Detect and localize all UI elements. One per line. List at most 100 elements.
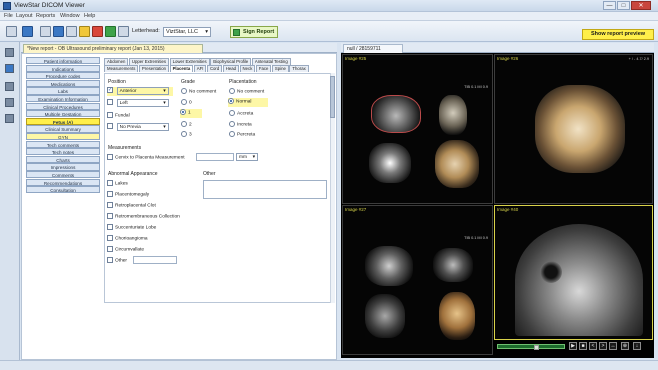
other-abnormal-checkbox[interactable] (107, 257, 113, 263)
menu-reports[interactable]: Reports (36, 13, 55, 19)
placentomegaly-checkbox[interactable] (107, 191, 113, 197)
left-select[interactable]: Left ▾ (116, 99, 169, 107)
tab-placenta[interactable]: Placenta (169, 65, 194, 72)
grade-radio-0[interactable] (181, 99, 187, 105)
fundal-checkbox[interactable] (107, 112, 113, 118)
nav-tech-notes[interactable]: Tech notes (26, 148, 100, 156)
tab-cord[interactable]: Cord (206, 65, 223, 72)
tab-presentation[interactable]: Presentation (138, 65, 170, 72)
letterhead-select[interactable]: ViztStar, LLC ▾ (163, 27, 211, 37)
tab-biophysical-profile[interactable]: Biophysical Profile (210, 58, 252, 65)
chorioangioma-checkbox[interactable] (107, 235, 113, 241)
placentation-radio-percreta[interactable] (229, 131, 235, 137)
tools-icon[interactable] (5, 98, 14, 107)
succenturiate-lobe-checkbox[interactable] (107, 224, 113, 230)
other-textarea[interactable] (203, 180, 327, 199)
close-button[interactable]: ✕ (631, 1, 651, 10)
nav-recommendations[interactable]: Recommendations (26, 178, 100, 186)
tab-neck[interactable]: Neck (239, 65, 256, 72)
minimize-button[interactable]: — (603, 1, 616, 10)
tab-afi[interactable]: AFI (193, 65, 207, 72)
sign-report-button[interactable]: Sign Report (230, 26, 278, 38)
previa-checkbox[interactable] (107, 123, 113, 130)
help-icon[interactable] (118, 26, 129, 37)
tab-abdomen[interactable]: Abdomen (104, 58, 129, 65)
left-checkbox[interactable] (107, 99, 113, 106)
anterior-select[interactable]: Anterior ▾ (116, 87, 169, 95)
viewer-tab[interactable]: null / 28159711 (343, 44, 403, 53)
circumvallate-checkbox[interactable] (107, 246, 113, 252)
nav-labs[interactable]: Labs (26, 87, 100, 95)
pencil-icon[interactable] (79, 26, 90, 37)
nav-fetus-a[interactable]: Fetus (A) (26, 117, 100, 126)
placentation-option[interactable]: Percreta (229, 131, 255, 138)
nav-consultation[interactable]: Consultation (26, 186, 100, 194)
nav-tech-comments[interactable]: Tech comments (26, 140, 100, 148)
window-level-icon[interactable] (53, 26, 64, 37)
placentation-radio-normal[interactable] (228, 98, 234, 104)
nav-indications[interactable]: Indications (26, 64, 100, 72)
tab-spine[interactable]: Spine (271, 65, 289, 72)
anterior-checkbox[interactable] (107, 87, 113, 94)
tab-head[interactable]: Head (222, 65, 240, 72)
nav-examination-information[interactable]: Examination Information (26, 94, 100, 103)
tab-face[interactable]: Face (255, 65, 272, 72)
save-icon[interactable] (22, 26, 33, 37)
grade-radio-3[interactable] (181, 131, 187, 137)
nav-gyn[interactable]: GYN (26, 132, 100, 141)
grade-option[interactable]: 2 (181, 121, 192, 128)
menu-window[interactable]: Window (60, 13, 80, 19)
cine-slider[interactable] (497, 344, 565, 350)
nav-clinical-procedures[interactable]: Clinical Procedures (26, 102, 100, 110)
grade-option-selected[interactable]: 1 (180, 109, 202, 118)
layout-grid-icon[interactable] (5, 82, 14, 91)
report-tab[interactable]: *New report - OB Ultrasound preliminary … (23, 44, 203, 53)
menu-layout[interactable]: Layout (16, 13, 33, 19)
form-scroll-thumb[interactable] (330, 76, 335, 118)
maximize-button[interactable]: □ (617, 1, 630, 10)
other-abnormal-input[interactable] (133, 256, 177, 264)
nav-patient-information[interactable]: Patient information (26, 57, 100, 65)
measure-icon[interactable] (92, 26, 103, 37)
tab-measurements[interactable]: Measurements (104, 65, 139, 72)
camera-icon[interactable] (66, 26, 77, 37)
previous-icon[interactable]: < (589, 342, 597, 350)
cervix-checkbox[interactable] (107, 154, 113, 160)
retroplacental-clot-checkbox[interactable] (107, 202, 113, 208)
tab-antenatal-testing[interactable]: Antenatal Testing (251, 58, 291, 65)
placentation-radio-accreta[interactable] (229, 110, 235, 116)
image-pane-26[interactable]: Image #26 + / - 4.7/ 2.9 (494, 54, 653, 204)
nav-procedure-codes[interactable]: Procedure codes (26, 72, 100, 80)
grade-radio-2[interactable] (181, 121, 187, 127)
placentation-radio-increta[interactable] (229, 121, 235, 127)
menu-file[interactable]: File (4, 13, 13, 19)
layout-icon[interactable] (6, 26, 17, 37)
grade-option[interactable]: 0 (181, 99, 192, 106)
lakes-checkbox[interactable] (107, 180, 113, 186)
placentation-option[interactable]: Increta (229, 121, 252, 128)
studies-icon[interactable] (5, 64, 14, 73)
tab-thorax[interactable]: Thorax (289, 65, 309, 72)
retromembraneous-collection-checkbox[interactable] (107, 213, 113, 219)
nav-impressions[interactable]: Impressions (26, 163, 100, 171)
placentation-radio-no-comment[interactable] (229, 88, 235, 94)
placentation-option[interactable]: Accreta (229, 110, 253, 117)
stop-icon[interactable]: ■ (579, 342, 587, 350)
previa-select[interactable]: No Previa ▾ (116, 123, 169, 131)
image-pane-25[interactable]: Image #25 TIB 0.1 MI 0.9 (342, 54, 493, 204)
loop-icon[interactable]: ↔ (609, 342, 617, 350)
nav-charts[interactable]: Charts (26, 155, 100, 164)
zoom-icon[interactable]: ⊕ (621, 342, 629, 350)
nav-medications[interactable]: Medications (26, 79, 100, 88)
cine-slider-knob[interactable] (534, 345, 539, 350)
grade-option[interactable]: No comment (181, 88, 216, 95)
tab-lower-extremities[interactable]: Lower Extremities (169, 58, 210, 65)
nav-multiple-gestation[interactable]: Multiple Gestation (26, 110, 100, 118)
tab-upper-extremities[interactable]: Upper Extremities (128, 58, 170, 65)
image-pane-40[interactable]: Image #40 (494, 205, 653, 340)
grade-option[interactable]: 3 (181, 131, 192, 138)
play-icon[interactable]: ▶ (569, 342, 577, 350)
nav-comments[interactable]: Comments (26, 170, 100, 179)
annotate-icon[interactable] (105, 26, 116, 37)
nav-clinical-summary[interactable]: Clinical Summary (26, 125, 100, 133)
